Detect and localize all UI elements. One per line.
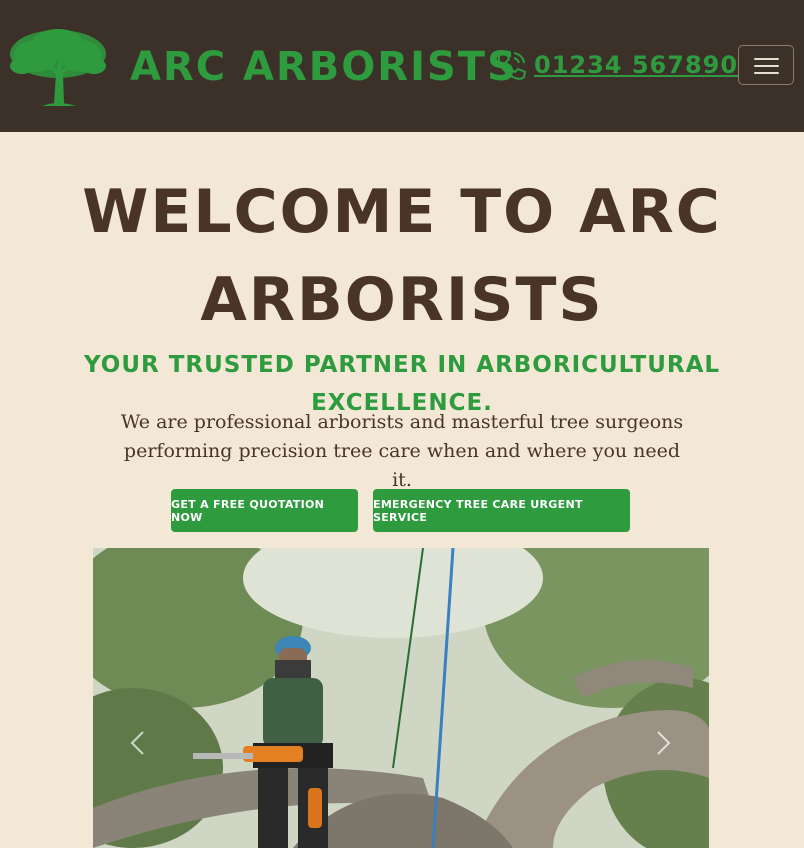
site-header: ARC ARBORISTS 01234 567890 <box>0 0 804 132</box>
tree-icon[interactable] <box>6 26 110 110</box>
chevron-left-icon[interactable] <box>123 728 153 758</box>
phone-icon <box>497 50 527 80</box>
hero-intro: We are professional arborists and master… <box>120 411 684 491</box>
brand-name[interactable]: ARC ARBORISTS <box>130 38 518 96</box>
hero-title: WELCOME TO ARC ARBORISTS <box>82 177 722 335</box>
phone-link[interactable]: 01234 567890 <box>534 46 738 84</box>
emergency-service-button[interactable]: EMERGENCY TREE CARE URGENT SERVICE <box>373 489 630 532</box>
hero-carousel[interactable] <box>93 548 709 848</box>
carousel-image-arborist <box>93 548 709 848</box>
menu-toggle-button[interactable] <box>738 45 794 85</box>
chevron-right-icon[interactable] <box>648 728 678 758</box>
free-quote-button[interactable]: GET A FREE QUOTATION NOW <box>171 489 358 532</box>
